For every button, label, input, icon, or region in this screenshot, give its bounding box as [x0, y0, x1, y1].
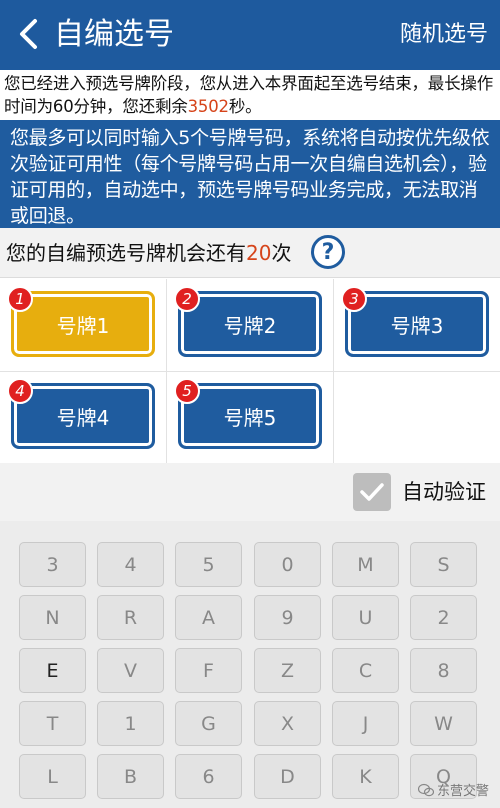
plate-grid: 1 号牌1 2 号牌2 3 号牌3 4 号牌4 5 号牌5 [0, 279, 500, 463]
plate-slot-1[interactable]: 1 号牌1 [7, 286, 155, 357]
back-button[interactable] [8, 11, 48, 57]
key[interactable]: 0 [254, 542, 321, 587]
key[interactable]: T [19, 701, 86, 746]
key[interactable]: 3 [19, 542, 86, 587]
chance-bar: 您的自编预选号牌机会还有20次 ? [0, 228, 500, 278]
plate-label: 号牌1 [56, 313, 110, 338]
key[interactable]: 9 [254, 595, 321, 640]
random-select-button[interactable]: 随机选号 [400, 19, 488, 51]
key[interactable]: 1 [97, 701, 164, 746]
key[interactable]: E [19, 648, 86, 693]
plate-slot-2[interactable]: 2 号牌2 [174, 286, 322, 357]
time-notice: 您已经进入预选号牌阶段，您从进入本界面起至选号结束，最长操作时间为60分钟，您还… [0, 70, 500, 120]
plate-label: 号牌5 [223, 405, 277, 430]
key[interactable]: V [97, 648, 164, 693]
chance-suffix: 次 [271, 241, 292, 265]
plate-badge: 3 [341, 286, 367, 312]
key[interactable]: W [410, 701, 477, 746]
key[interactable]: F [175, 648, 242, 693]
help-icon[interactable]: ? [311, 235, 345, 269]
key[interactable]: Z [254, 648, 321, 693]
plate-label: 号牌2 [223, 313, 277, 338]
chevron-left-icon [20, 19, 37, 49]
key[interactable]: J [332, 701, 399, 746]
page-title: 自编选号 [54, 17, 174, 52]
key[interactable]: M [332, 542, 399, 587]
key[interactable]: D [254, 754, 321, 799]
key[interactable]: 5 [175, 542, 242, 587]
key[interactable]: C [332, 648, 399, 693]
key[interactable]: B [97, 754, 164, 799]
chance-count: 20 [246, 241, 272, 265]
key[interactable]: 4 [97, 542, 164, 587]
key[interactable]: S [410, 542, 477, 587]
key[interactable]: 6 [175, 754, 242, 799]
key[interactable]: 2 [410, 595, 477, 640]
notice-suffix: 秒。 [228, 97, 262, 116]
header-bar: 自编选号 随机选号 [0, 0, 500, 70]
plate-keyboard: 3 4 5 0 M S N R A 9 U 2 E V F Z C 8 T 1 … [0, 521, 500, 808]
chance-prefix: 您的自编预选号牌机会还有 [6, 241, 246, 265]
rules-info: 您最多可以同时输入5个号牌号码，系统将自动按优先级依次验证可用性（每个号牌号码占… [0, 120, 500, 228]
auto-verify-label: 自动验证 [402, 480, 486, 504]
remaining-seconds: 3502 [187, 97, 229, 116]
plate-label: 号牌3 [390, 313, 444, 338]
wechat-icon [418, 783, 434, 796]
checkmark-icon [360, 483, 384, 501]
plate-slot-3[interactable]: 3 号牌3 [341, 286, 489, 357]
key[interactable]: R [97, 595, 164, 640]
watermark-text: 东营交警 [437, 784, 490, 799]
auto-verify-row: 自动验证 [0, 463, 500, 521]
key[interactable]: A [175, 595, 242, 640]
plate-slot-4[interactable]: 4 号牌4 [7, 378, 155, 449]
chance-text: 您的自编预选号牌机会还有20次 [6, 239, 291, 267]
grid-divider [0, 371, 500, 372]
plate-slot-5[interactable]: 5 号牌5 [174, 378, 322, 449]
key[interactable]: X [254, 701, 321, 746]
auto-verify-checkbox[interactable] [353, 473, 391, 511]
plate-badge: 5 [174, 378, 200, 404]
plate-badge: 4 [7, 378, 33, 404]
watermark: 东营交警 [418, 780, 489, 799]
key[interactable]: U [332, 595, 399, 640]
key[interactable]: 8 [410, 648, 477, 693]
key[interactable]: N [19, 595, 86, 640]
key[interactable]: L [19, 754, 86, 799]
key[interactable]: K [332, 754, 399, 799]
plate-label: 号牌4 [56, 405, 110, 430]
plate-badge: 1 [7, 286, 33, 312]
plate-badge: 2 [174, 286, 200, 312]
key[interactable]: G [175, 701, 242, 746]
